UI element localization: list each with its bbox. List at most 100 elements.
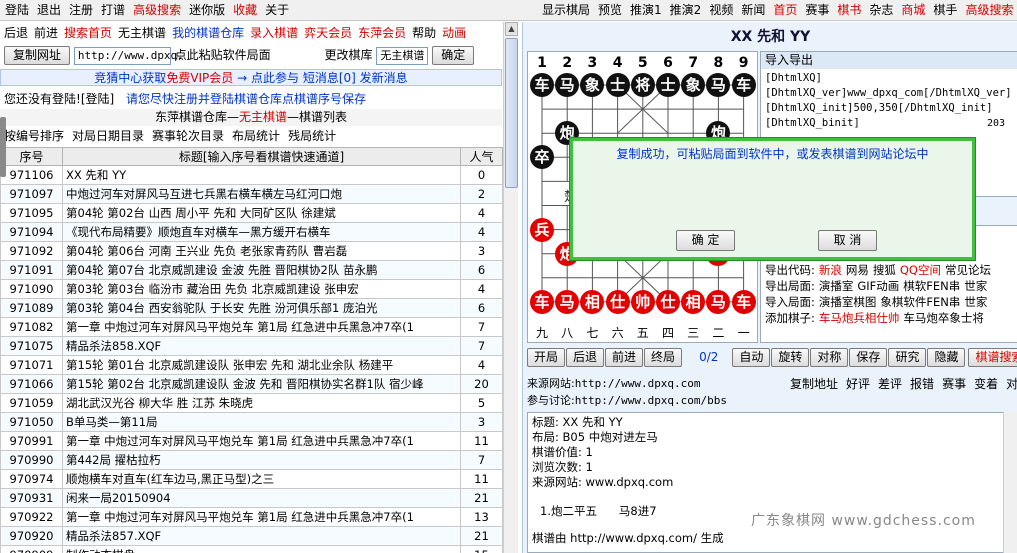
- table-row[interactable]: 970990 第442局 擢枯拉朽 7: [0, 450, 503, 470]
- row-title[interactable]: 第04轮 第02台 山西 周小平 先和 大同矿区队 徐建斌: [62, 203, 461, 223]
- row-id[interactable]: 971050: [0, 412, 63, 432]
- export-link[interactable]: 世家: [964, 279, 987, 293]
- row-id[interactable]: 971106: [0, 165, 63, 185]
- action-button-1[interactable]: 旋转: [771, 348, 810, 367]
- nav-right-8[interactable]: 棋书: [837, 3, 861, 17]
- toolbar-link-0[interactable]: 后退: [4, 26, 28, 40]
- row-id[interactable]: 971095: [0, 203, 63, 223]
- row-title[interactable]: 精品杀法858.XQF: [62, 336, 461, 356]
- row-title[interactable]: 第442局 擢枯拉朽: [62, 450, 461, 470]
- row-title[interactable]: 顺炮横车对直车(红车边马,黑正马型)之三: [62, 469, 461, 489]
- column-header-0[interactable]: 序号: [0, 147, 63, 166]
- row-title[interactable]: 第03轮 第04台 西安翁驼队 于长安 先胜 汾河俱乐部1 庞泊光: [62, 298, 461, 318]
- export-link[interactable]: 演播室: [819, 279, 854, 293]
- table-row[interactable]: 971075 精品杀法858.XQF 7: [0, 336, 503, 356]
- export-link[interactable]: 车马炮卒象士将: [903, 311, 984, 325]
- export-link[interactable]: QQ空间: [900, 263, 941, 277]
- nav-right-6[interactable]: 首页: [773, 3, 797, 17]
- panel-resize-handle[interactable]: [0, 117, 6, 177]
- dialog-ok-button[interactable]: 确 定: [676, 230, 735, 251]
- export-link[interactable]: GIF动画: [857, 279, 899, 293]
- row-title[interactable]: 第04轮 第07台 北京威凯建设 金波 先胜 晋阳棋协2队 苗永鹏: [62, 260, 461, 280]
- row-id[interactable]: 970974: [0, 469, 63, 489]
- row-id[interactable]: 971082: [0, 317, 63, 337]
- game-info-textarea[interactable]: 标题: XX 先和 YY 布局: B05 中炮对进左马 棋谱价值: 1 浏览次数…: [527, 412, 1007, 553]
- nav-right-4[interactable]: 视频: [709, 3, 733, 17]
- source-site-link[interactable]: http://www.dpxq.com: [575, 377, 701, 390]
- source-action-4[interactable]: 赛事: [942, 377, 966, 391]
- row-title[interactable]: 闲来一局20150904: [62, 488, 461, 508]
- table-row[interactable]: 971090 第03轮 第03台 临汾市 藏治田 先负 北京威凯建设 张申宏 4: [0, 279, 503, 299]
- nav-button-2[interactable]: 前进: [605, 348, 644, 367]
- export-link[interactable]: 常见论坛: [945, 263, 991, 277]
- table-row[interactable]: 971071 第15轮 第01台 北京威凯建设队 张申宏 先和 湖北业余队 杨建平…: [0, 355, 503, 375]
- nav-right-5[interactable]: 新闻: [741, 3, 765, 17]
- nav-left-2[interactable]: 注册: [69, 3, 93, 17]
- paste-position-link[interactable]: 点此粘贴软件局面: [175, 48, 271, 62]
- red-piece[interactable]: 仕: [605, 289, 630, 314]
- participate-link[interactable]: → 点此参与: [237, 71, 299, 85]
- red-piece[interactable]: 车: [731, 289, 756, 314]
- row-id[interactable]: 970920: [0, 526, 63, 546]
- table-row[interactable]: 970974 顺炮横车对直车(红车边马,黑正马型)之三 11: [0, 469, 503, 489]
- new-message-link[interactable]: 发新消息: [360, 71, 408, 85]
- export-link[interactable]: 棋软FEN串: [903, 279, 960, 293]
- sort-option-3[interactable]: 布局统计: [232, 129, 280, 143]
- discussion-link[interactable]: http://www.dpxq.com/bbs: [575, 394, 727, 407]
- black-piece[interactable]: 车: [731, 73, 756, 97]
- nav-right-3[interactable]: 推演2: [670, 3, 702, 17]
- toolbar-link-8[interactable]: 帮助: [412, 26, 436, 40]
- nav-right-1[interactable]: 预览: [598, 3, 622, 17]
- source-action-3[interactable]: 报错: [910, 377, 934, 391]
- black-piece[interactable]: 马: [555, 73, 580, 97]
- login-link[interactable]: [登陆]: [81, 92, 114, 106]
- scroll-up-icon[interactable]: ▲: [505, 22, 518, 36]
- action-button-4[interactable]: 研究: [888, 348, 927, 367]
- row-title[interactable]: 第03轮 第03台 临汾市 藏治田 先负 北京威凯建设 张申宏: [62, 279, 461, 299]
- nav-left-4[interactable]: 高级搜索: [133, 3, 181, 17]
- row-id[interactable]: 971090: [0, 279, 63, 299]
- toolbar-link-2[interactable]: 搜索首页: [64, 26, 112, 40]
- red-piece[interactable]: 车: [530, 289, 554, 314]
- table-row[interactable]: 971094 《现代布局精要》顺炮直车对横车—黑方缓开右横车 4: [0, 222, 503, 242]
- confirm-button[interactable]: 确定: [432, 46, 475, 65]
- row-title[interactable]: 第04轮 第06台 河南 王兴业 先负 老张家青药队 曹岩磊: [62, 241, 461, 261]
- table-row[interactable]: 971066 第15轮 第02台 北京威凯建设队 金波 先和 晋阳棋协实名群1队 …: [0, 374, 503, 394]
- row-id[interactable]: 970922: [0, 507, 63, 527]
- nav-right-10[interactable]: 商城: [901, 3, 925, 17]
- url-input[interactable]: http://www.dpxq.: [73, 46, 184, 65]
- action-button-5[interactable]: 隐藏: [927, 348, 966, 367]
- red-piece[interactable]: 兵: [530, 217, 554, 242]
- table-row[interactable]: 971050 B单马类—第11局 3: [0, 412, 503, 432]
- breadcrumb-repo[interactable]: 无主棋谱: [239, 110, 287, 124]
- table-row[interactable]: 971097 中炮过河车对屏风马互进七兵黑右横车横左马红河口炮 2: [0, 184, 503, 204]
- red-piece[interactable]: 马: [555, 289, 580, 314]
- export-link[interactable]: 世家: [964, 295, 987, 309]
- table-row[interactable]: 971082 第一章 中炮过河车对屏风马平炮兑车 第1局 红急进中兵黑急冲7卒(1…: [0, 317, 503, 337]
- row-id[interactable]: 971075: [0, 336, 63, 356]
- repo-select[interactable]: 无主棋谱: [376, 46, 429, 65]
- nav-left-7[interactable]: 关于: [265, 3, 289, 17]
- nav-right-12[interactable]: 高级搜索: [965, 3, 1013, 17]
- sort-option-0[interactable]: 按编号排序: [4, 129, 64, 143]
- nav-button-0[interactable]: 开局: [527, 348, 566, 367]
- row-id[interactable]: 970931: [0, 488, 63, 508]
- source-action-0[interactable]: 复制地址: [790, 377, 838, 391]
- left-scrollbar[interactable]: ▲: [503, 22, 518, 553]
- black-piece[interactable]: 车: [530, 73, 554, 97]
- source-action-2[interactable]: 差评: [878, 377, 902, 391]
- export-link[interactable]: 新浪: [819, 263, 842, 277]
- nav-right-2[interactable]: 推演1: [630, 3, 662, 17]
- copy-url-button[interactable]: 复制网址: [4, 46, 71, 65]
- export-link[interactable]: 网易: [846, 263, 869, 277]
- black-piece[interactable]: 士: [605, 73, 630, 97]
- row-id[interactable]: 971071: [0, 355, 63, 375]
- nav-button-3[interactable]: 终局: [644, 348, 683, 367]
- info-scrollbar[interactable]: [1003, 412, 1017, 553]
- table-row[interactable]: 971089 第03轮 第04台 西安翁驼队 于长安 先胜 汾河俱乐部1 庞泊光 6: [0, 298, 503, 318]
- nav-left-6[interactable]: 收藏: [233, 3, 257, 17]
- export-link[interactable]: 象棋软件FEN串: [880, 295, 960, 309]
- row-id[interactable]: 971092: [0, 241, 63, 261]
- export-link[interactable]: 车马炮兵相仕帅: [819, 311, 900, 325]
- red-piece[interactable]: 仕: [656, 289, 680, 314]
